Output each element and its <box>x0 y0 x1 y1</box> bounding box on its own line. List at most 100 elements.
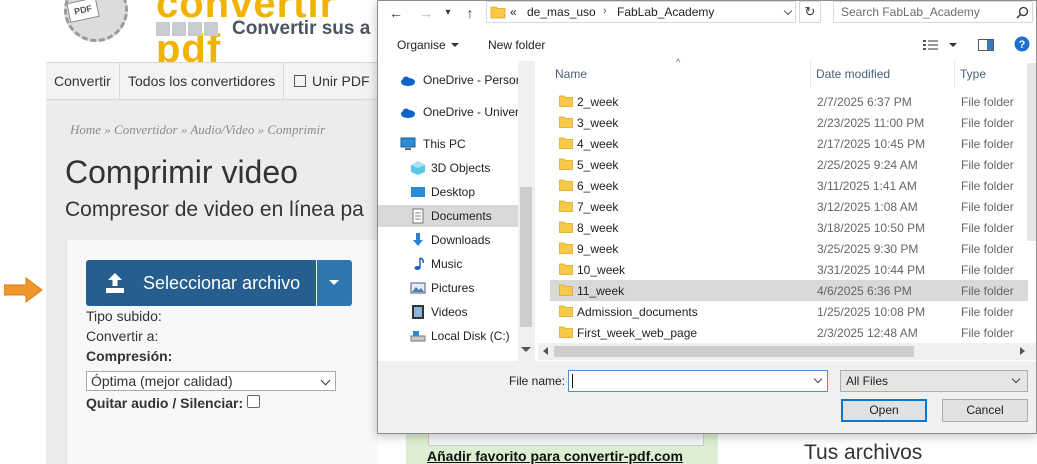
horizontal-scrollbar[interactable] <box>538 343 1036 360</box>
nav-item-downloads[interactable]: Downloads <box>378 229 518 251</box>
nav-scrollbar[interactable] <box>518 61 535 361</box>
back-arrow-icon[interactable]: ← <box>388 5 404 21</box>
file-date: 3/25/2025 9:30 PM <box>817 242 919 256</box>
address-dropdown-icon[interactable] <box>783 6 793 16</box>
folder-icon <box>559 116 573 128</box>
file-row[interactable]: 8_week 3/18/2025 10:50 PM File folder <box>550 217 1028 238</box>
column-divider[interactable] <box>954 61 955 87</box>
nav-todos[interactable]: Todos los convertidores <box>120 63 285 99</box>
quitar-audio-label: Quitar audio / Silenciar: <box>86 395 244 411</box>
forward-arrow-icon[interactable]: → <box>418 5 434 21</box>
nav-item-music[interactable]: Music <box>378 253 518 275</box>
add-favorite-link[interactable]: Añadir favorito para convertir-pdf.com <box>427 448 683 464</box>
site-header: PDF convertir pdf Convertir sus a <box>46 0 386 62</box>
search-icon <box>1016 6 1029 19</box>
folder-icon <box>559 221 573 233</box>
horizontal-scrollbar-thumb[interactable] <box>554 346 914 357</box>
breadcrumb[interactable]: Home » Convertidor » Audio/Video » Compr… <box>70 122 325 138</box>
folder-icon <box>559 305 573 317</box>
file-open-dialog: ← → ▾ ↑ « de_mas_uso › FabLab_Academy ↻ … <box>377 0 1037 434</box>
file-row[interactable]: 6_week 3/11/2025 1:41 AM File folder <box>550 175 1028 196</box>
chevron-down-icon[interactable] <box>813 374 823 384</box>
recent-chevron-icon[interactable]: ▾ <box>440 5 456 21</box>
file-type: File folder <box>961 179 1014 193</box>
file-type: File folder <box>961 221 1014 235</box>
file-row[interactable]: 3_week 2/23/2025 11:00 PM File folder <box>550 112 1028 133</box>
cloud-icon <box>401 76 415 86</box>
preview-pane-icon[interactable] <box>978 39 994 51</box>
mute-audio-checkbox[interactable] <box>247 395 260 408</box>
nav-label: Downloads <box>431 233 491 247</box>
select-source-dropdown[interactable] <box>317 260 352 306</box>
file-date: 2/25/2025 9:24 AM <box>817 158 918 172</box>
arrow-right-icon <box>4 277 43 303</box>
nav-item-3d-objects[interactable]: 3D Objects <box>378 157 518 179</box>
address-bar[interactable]: « de_mas_uso › FabLab_Academy <box>486 1 796 23</box>
breadcrumb-de-mas-uso[interactable]: de_mas_uso <box>527 5 596 19</box>
tipo-subido-label: Tipo subido: <box>86 308 162 324</box>
organise-button[interactable]: Organise <box>397 38 459 52</box>
nav-unir-pdf[interactable]: Unir PDF <box>286 63 379 99</box>
file-row[interactable]: Admission_documents 1/25/2025 10:08 PM Fil… <box>550 301 1028 322</box>
folder-icon <box>559 179 573 191</box>
disk-icon <box>410 331 426 342</box>
help-icon[interactable]: ? <box>1014 36 1030 52</box>
nav-item-desktop[interactable]: Desktop <box>378 181 518 203</box>
file-date: 4/6/2025 6:36 PM <box>817 284 912 298</box>
nav-item-videos[interactable]: Videos <box>378 301 518 323</box>
nav-scrollbar-thumb[interactable] <box>520 187 532 327</box>
scroll-right-icon[interactable] <box>1020 347 1025 355</box>
file-name: 9_week <box>577 242 619 256</box>
nav-item-this-pc[interactable]: This PC <box>378 133 518 155</box>
breadcrumb-fablab[interactable]: FabLab_Academy <box>617 5 714 19</box>
nav-item-documents[interactable]: Documents <box>378 205 518 227</box>
computer-icon <box>400 137 416 150</box>
file-row[interactable]: 9_week 3/25/2025 9:30 PM File folder <box>550 238 1028 259</box>
file-row[interactable]: 5_week 2/25/2025 9:24 AM File folder <box>550 154 1028 175</box>
new-folder-button[interactable]: New folder <box>488 38 545 52</box>
nav-item-pictures[interactable]: Pictures <box>378 277 518 299</box>
caret-down-icon <box>450 43 459 47</box>
open-button[interactable]: Open <box>841 399 927 422</box>
file-name: 4_week <box>577 137 619 151</box>
nav-item-onedrive-personal[interactable]: OneDrive - Persor <box>378 69 520 91</box>
text-cursor <box>572 374 573 388</box>
nav-item-local-disk[interactable]: Local Disk (C:) <box>378 325 518 347</box>
view-options-icon[interactable] <box>923 39 941 51</box>
file-type-select[interactable]: All Files <box>840 370 1028 392</box>
select-file-button[interactable]: Seleccionar archivo <box>86 260 316 306</box>
refresh-button[interactable]: ↻ <box>799 1 821 23</box>
dialog-toolbar: Organise New folder ? <box>378 31 1036 59</box>
scroll-left-icon[interactable] <box>543 347 548 355</box>
file-type: File folder <box>961 305 1014 319</box>
file-row[interactable]: 11_week 4/6/2025 6:36 PM File folder <box>550 280 1028 301</box>
file-list: ^ Name Date modified Type 2_week 2/7/2025… <box>538 57 1036 361</box>
file-row[interactable]: First_week_web_page 2/3/2025 12:48 AM File… <box>550 322 1028 343</box>
column-header-date[interactable]: Date modified <box>816 61 890 87</box>
file-row[interactable]: 10_week 3/31/2025 10:44 PM File folder <box>550 259 1028 280</box>
cancel-button[interactable]: Cancel <box>942 399 1028 422</box>
sort-ascending-icon: ^ <box>676 57 681 67</box>
column-header-name[interactable]: Name <box>555 61 587 87</box>
select-file-label: Seleccionar archivo <box>143 273 301 293</box>
file-row[interactable]: 2_week 2/7/2025 6:37 PM File folder <box>550 91 1028 112</box>
nav-label: OneDrive - Univer <box>423 105 520 119</box>
file-name-input[interactable] <box>568 370 828 392</box>
upload-icon <box>106 273 124 293</box>
column-divider[interactable] <box>810 61 811 87</box>
file-date: 2/23/2025 11:00 PM <box>817 116 925 130</box>
nav-label: Documents <box>431 209 492 223</box>
file-row[interactable]: 4_week 2/17/2025 10:45 PM File folder <box>550 133 1028 154</box>
compression-select[interactable]: Óptima (mejor calidad) <box>86 371 336 391</box>
pictures-icon <box>410 282 426 294</box>
column-header-type[interactable]: Type <box>960 61 986 87</box>
file-row[interactable]: 7_week 3/12/2025 1:08 AM File folder <box>550 196 1028 217</box>
breadcrumb-overflow[interactable]: « <box>510 5 517 19</box>
scroll-down-icon[interactable] <box>521 347 531 352</box>
view-dropdown-icon[interactable] <box>949 43 957 47</box>
file-list-scrollbar[interactable] <box>1027 63 1036 241</box>
nav-convertir[interactable]: Convertir <box>46 63 120 99</box>
up-arrow-icon[interactable]: ↑ <box>462 5 478 21</box>
search-input[interactable]: Search FabLab_Academy <box>833 1 1033 23</box>
nav-item-onedrive-university[interactable]: OneDrive - Univer <box>378 101 520 123</box>
